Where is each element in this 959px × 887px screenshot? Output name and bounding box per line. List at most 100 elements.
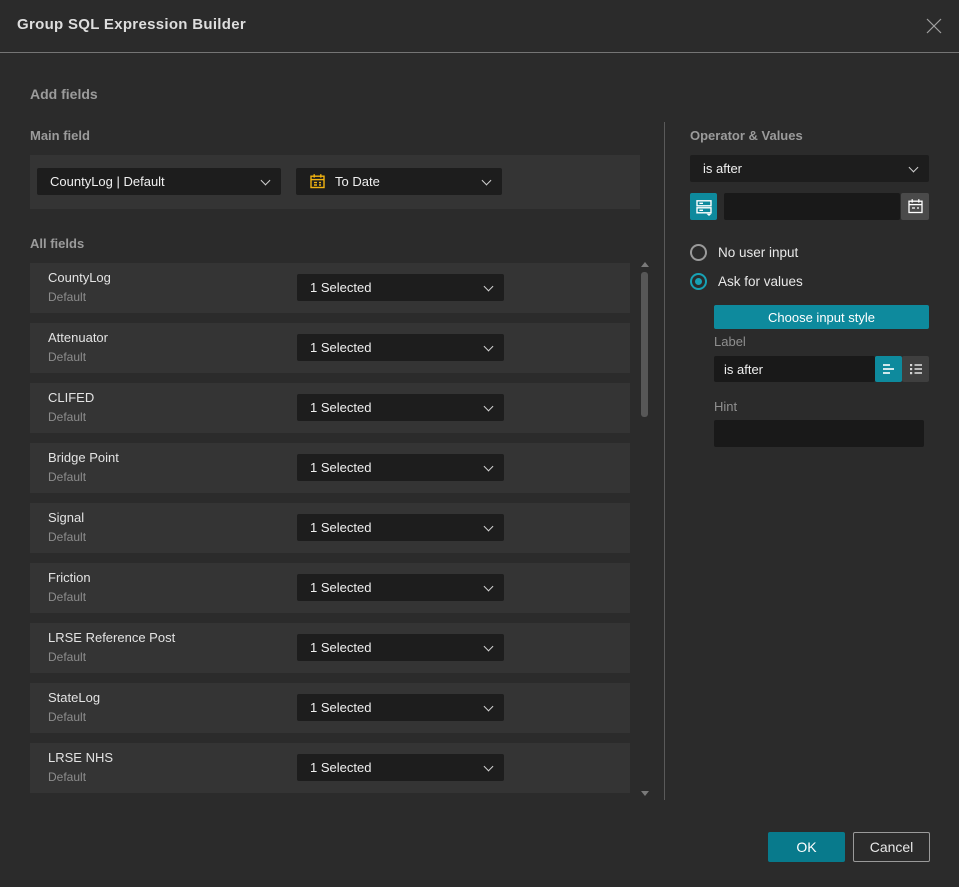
chevron-down-icon [483, 761, 494, 771]
field-subtitle: Default [48, 770, 87, 784]
chevron-down-icon [483, 341, 494, 351]
field-selected-dropdown[interactable]: 1 Selected [297, 394, 504, 421]
field-subtitle: Default [48, 410, 87, 424]
scroll-down-arrow-icon[interactable] [641, 791, 649, 796]
list-icon [908, 361, 924, 377]
radio-icon [690, 244, 707, 261]
single-line-input-style-button[interactable] [875, 356, 902, 382]
field-row: Friction Default 1 Selected [30, 563, 630, 613]
radio-no-user-input[interactable]: No user input [690, 244, 798, 261]
label-input[interactable] [714, 356, 875, 382]
field-selected-dropdown[interactable]: 1 Selected [297, 694, 504, 721]
field-row: CLIFED Default 1 Selected [30, 383, 630, 433]
scrollbar-thumb[interactable] [641, 272, 648, 417]
field-row: CountyLog Default 1 Selected [30, 263, 630, 313]
field-name: LRSE NHS [48, 750, 114, 765]
chevron-down-icon [481, 175, 492, 185]
field-subtitle: Default [48, 590, 87, 604]
field-selected-value: 1 Selected [310, 640, 372, 655]
date-picker-button[interactable] [901, 193, 929, 220]
field-selected-dropdown[interactable]: 1 Selected [297, 334, 504, 361]
chevron-down-icon [483, 701, 494, 711]
field-subtitle: Default [48, 470, 87, 484]
chevron-down-icon [483, 281, 494, 291]
field-name: CountyLog [48, 270, 111, 285]
all-fields-heading: All fields [30, 236, 85, 251]
field-subtitle: Default [48, 710, 87, 724]
close-icon [925, 17, 943, 35]
field-subtitle: Default [48, 650, 87, 664]
field-selected-dropdown[interactable]: 1 Selected [297, 574, 504, 601]
radio-icon [690, 273, 707, 290]
field-name: Bridge Point [48, 450, 119, 465]
field-selected-value: 1 Selected [310, 280, 372, 295]
radio-label: Ask for values [718, 274, 803, 289]
field-selected-dropdown[interactable]: 1 Selected [297, 634, 504, 661]
align-left-icon [881, 361, 897, 377]
field-subtitle: Default [48, 350, 87, 364]
main-field-panel: CountyLog | Default To Date [30, 155, 640, 209]
list-scrollbar[interactable] [639, 258, 651, 798]
add-fields-heading: Add fields [30, 86, 98, 102]
all-fields-list: CountyLog Default 1 Selected Attenuator … [30, 263, 630, 803]
field-name: CLIFED [48, 390, 95, 405]
value-input[interactable] [724, 193, 900, 220]
close-button[interactable] [924, 16, 944, 36]
chevron-down-icon [483, 461, 494, 471]
field-row: Attenuator Default 1 Selected [30, 323, 630, 373]
input-style-picker-button[interactable] [690, 193, 717, 220]
field-selected-value: 1 Selected [310, 700, 372, 715]
scroll-up-arrow-icon[interactable] [641, 262, 649, 267]
field-name: StateLog [48, 690, 101, 705]
field-selected-value: 1 Selected [310, 400, 372, 415]
main-field-heading: Main field [30, 128, 90, 143]
hint-caption: Hint [714, 399, 738, 414]
calendar-icon [907, 198, 924, 215]
chevron-down-icon [908, 162, 919, 172]
chevron-down-icon [260, 175, 271, 185]
chevron-down-icon [483, 521, 494, 531]
field-selected-value: 1 Selected [310, 520, 372, 535]
operator-dropdown-value: is after [703, 161, 743, 176]
group-sql-expression-builder-dialog: Group SQL Expression Builder Add fields … [0, 0, 959, 887]
field-subtitle: Default [48, 530, 87, 544]
chevron-down-icon [483, 641, 494, 651]
field-row: Signal Default 1 Selected [30, 503, 630, 553]
date-type-dropdown-value: To Date [335, 174, 380, 189]
choose-input-style-button[interactable]: Choose input style [714, 305, 929, 329]
radio-label: No user input [718, 245, 799, 260]
field-row: LRSE NHS Default 1 Selected [30, 743, 630, 793]
main-field-dropdown-value: CountyLog | Default [50, 174, 165, 189]
field-selected-value: 1 Selected [310, 760, 372, 775]
field-name: Friction [48, 570, 91, 585]
field-row: StateLog Default 1 Selected [30, 683, 630, 733]
label-caption: Label [714, 334, 746, 349]
title-bar: Group SQL Expression Builder [0, 0, 959, 53]
field-name: Attenuator [48, 330, 108, 345]
date-type-dropdown[interactable]: To Date [296, 168, 502, 195]
operator-values-heading: Operator & Values [690, 128, 803, 143]
input-style-icon [695, 198, 713, 216]
radio-ask-for-values[interactable]: Ask for values [690, 273, 803, 290]
field-row: LRSE Reference Post Default 1 Selected [30, 623, 630, 673]
field-subtitle: Default [48, 290, 87, 304]
field-selected-dropdown[interactable]: 1 Selected [297, 274, 504, 301]
field-selected-dropdown[interactable]: 1 Selected [297, 754, 504, 781]
dialog-title: Group SQL Expression Builder [17, 16, 246, 33]
list-input-style-button[interactable] [902, 356, 929, 382]
field-name: LRSE Reference Post [48, 630, 176, 645]
vertical-divider [664, 122, 665, 800]
field-row: Bridge Point Default 1 Selected [30, 443, 630, 493]
operator-dropdown[interactable]: is after [690, 155, 929, 182]
chevron-down-icon [483, 581, 494, 591]
ok-button[interactable]: OK [768, 832, 845, 862]
hint-input[interactable] [714, 420, 924, 447]
field-selected-dropdown[interactable]: 1 Selected [297, 514, 504, 541]
field-selected-value: 1 Selected [310, 460, 372, 475]
field-selected-value: 1 Selected [310, 580, 372, 595]
field-name: Signal [48, 510, 85, 525]
cancel-button[interactable]: Cancel [853, 832, 930, 862]
chevron-down-icon [483, 401, 494, 411]
main-field-dropdown[interactable]: CountyLog | Default [37, 168, 281, 195]
field-selected-dropdown[interactable]: 1 Selected [297, 454, 504, 481]
